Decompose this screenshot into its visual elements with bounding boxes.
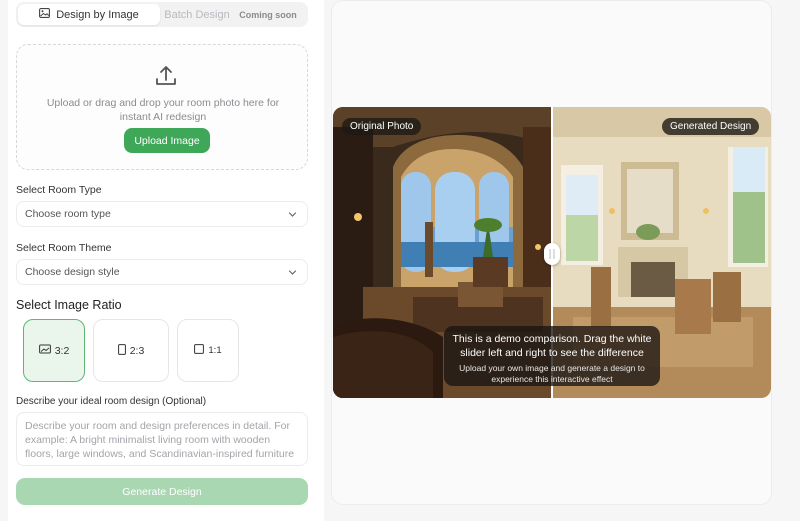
portrait-ratio-icon: [117, 343, 126, 358]
ratio-label: 3:2: [54, 344, 70, 357]
square-ratio-icon: [194, 344, 205, 357]
tab-label: Design by Image: [56, 8, 139, 21]
demo-text: This is a demo comparison. Drag the whit…: [452, 333, 652, 359]
demo-subtext: Upload your own image and generate a des…: [459, 363, 645, 384]
tab-batch-design[interactable]: Batch Design: [160, 4, 234, 25]
room-type-label: Select Room Type: [16, 184, 102, 196]
room-theme-label: Select Room Theme: [16, 242, 112, 254]
image-ratio-title: Select Image Ratio: [16, 298, 122, 312]
image-icon: [39, 8, 51, 21]
upload-image-button[interactable]: Upload Image: [124, 128, 210, 153]
ratio-option-1-1[interactable]: 1:1: [177, 319, 239, 382]
generate-design-button[interactable]: Generate Design: [16, 478, 308, 505]
demo-info-overlay: This is a demo comparison. Drag the whit…: [444, 326, 660, 386]
room-theme-select[interactable]: Choose design style: [16, 259, 308, 285]
upload-icon: [154, 64, 178, 93]
tab-design-by-image[interactable]: Design by Image: [18, 4, 160, 25]
generated-design-label: Generated Design: [662, 118, 760, 135]
ratio-label: 1:1: [208, 345, 222, 356]
chevron-down-icon: [288, 210, 297, 222]
ratio-option-3-2[interactable]: 3:2: [23, 319, 85, 382]
coming-soon-badge: Coming soon: [239, 9, 297, 20]
ratio-label: 2:3: [129, 344, 145, 357]
mode-tabs: Design by Image Batch Design Coming soon: [16, 2, 308, 27]
comparison-slider-handle[interactable]: [544, 243, 560, 265]
original-photo-label: Original Photo: [342, 118, 422, 135]
ratio-option-2-3[interactable]: 2:3: [93, 319, 169, 382]
description-textarea[interactable]: Describe your room and design preference…: [16, 412, 308, 466]
room-theme-value: Choose design style: [25, 266, 120, 278]
room-type-select[interactable]: Choose room type: [16, 201, 308, 227]
upload-dropzone[interactable]: Upload or drag and drop your room photo …: [16, 44, 308, 170]
landscape-ratio-icon: [38, 344, 51, 357]
chevron-down-icon: [288, 268, 297, 280]
room-type-value: Choose room type: [25, 208, 111, 220]
upload-instructions: Upload or drag and drop your room photo …: [46, 97, 280, 123]
description-label: Describe your ideal room design (Optiona…: [16, 396, 207, 407]
